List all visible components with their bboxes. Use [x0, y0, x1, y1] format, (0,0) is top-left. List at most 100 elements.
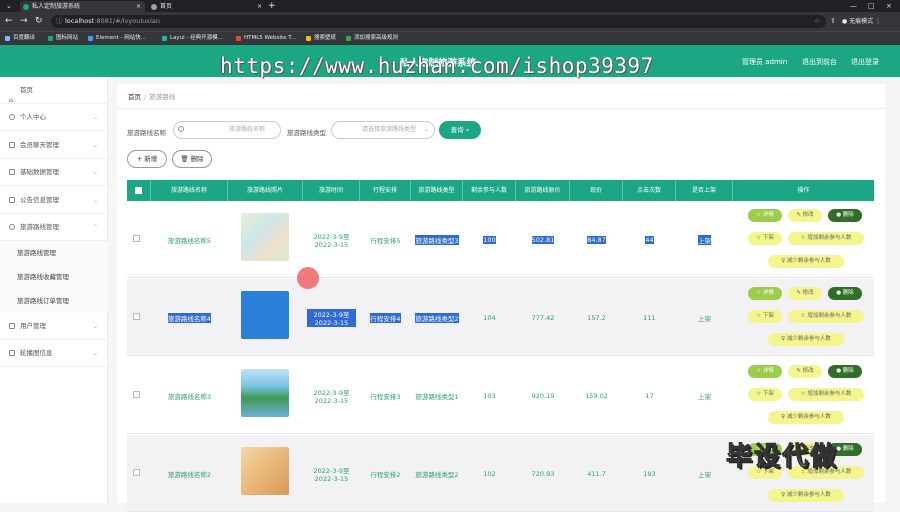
minimize-icon[interactable]: — — [850, 0, 857, 12]
globe-favicon-icon — [151, 4, 157, 10]
add-people-button[interactable]: ☆ 增加剩余参与人数 — [788, 232, 864, 245]
bookmark-item[interactable]: 添加搜索高级规则 — [346, 32, 398, 45]
route-type: 旅游路线类型2 — [415, 470, 459, 479]
col-header: 操作 — [797, 187, 810, 194]
breadcrumb-home[interactable]: 首页 — [128, 93, 141, 101]
menu-icon — [9, 169, 15, 175]
breadcrumb: 首页 / 旅游路线 — [128, 93, 176, 101]
route-name: 旅游路线名称2 — [167, 470, 212, 479]
add-people-button[interactable]: ☆ 增加剩余参与人数 — [788, 388, 864, 401]
reduce-people-button[interactable]: ♀ 减少剩余参与人数 — [768, 333, 844, 346]
row-checkbox[interactable] — [133, 391, 140, 398]
route-type: 旅游路线类型3 — [415, 234, 459, 245]
sidebar-item-notice[interactable]: 公告信息管理 ⌄ — [0, 187, 108, 214]
delete-button[interactable]: ● 删除 — [828, 209, 862, 222]
maximize-icon[interactable]: □ — [868, 0, 875, 12]
back-icon[interactable]: ← — [5, 15, 13, 28]
chevron-up-icon: ⌃ — [92, 224, 98, 231]
route-time: 2022-3-9至2022-3-15 — [313, 232, 350, 249]
name-filter-label: 旅游路线名称 — [127, 129, 166, 137]
reload-icon[interactable]: ↻ — [35, 15, 43, 28]
bookmark-icon — [306, 36, 311, 41]
select-all-checkbox[interactable] — [127, 180, 151, 201]
detail-button[interactable]: ☆ 详情 — [748, 287, 782, 300]
route-price: 159.02 — [585, 391, 608, 400]
new-tab-icon[interactable]: + — [268, 0, 276, 12]
offshelf-button[interactable]: ☆ 下架 — [748, 388, 782, 401]
sidebar-item-user[interactable]: 用户管理 ⌄ — [0, 313, 108, 340]
delete-button[interactable]: ● 删除 — [828, 365, 862, 378]
sidebar-item-route[interactable]: 旅游路线管理 ⌃ — [0, 214, 108, 241]
sidebar-subitem-route-favorite[interactable]: 旅游路线收藏管理 — [0, 265, 108, 289]
reduce-people-button[interactable]: ♀ 减少剩余参与人数 — [768, 489, 844, 502]
search-button[interactable]: 查询 ⌕ — [439, 121, 481, 139]
route-price: 84.87 — [587, 235, 606, 244]
batch-delete-button[interactable]: 🗑 删除 — [172, 150, 212, 168]
route-clicks: 193 — [643, 469, 656, 478]
sidebar-subitem-route-manage[interactable]: 旅游路线管理 — [0, 241, 108, 265]
close-window-icon[interactable]: × — [886, 0, 892, 12]
incognito-profile[interactable]: ● 无痕模式 ⋮ — [842, 15, 881, 28]
bookmark-icon — [5, 36, 10, 41]
edit-button[interactable]: ✎ 修改 — [788, 209, 822, 222]
route-type: 旅游路线类型1 — [415, 392, 459, 401]
bookmark-item[interactable]: HTML5 Website T... — [236, 32, 296, 45]
name-search-input[interactable]: 旅游路线名称 — [173, 121, 281, 139]
sidebar-item-carousel[interactable]: 轮播图信息 ⌄ — [0, 340, 108, 367]
tab-current[interactable]: 私人定制旅游系统 × — [20, 1, 145, 12]
row-checkbox[interactable] — [133, 313, 140, 320]
logout-link[interactable]: 退出登录 — [851, 57, 879, 67]
bookmark-star-icon[interactable]: ☆ — [814, 15, 820, 28]
url-input[interactable]: ⓘ localhost:8081/#/lvyouluxian ☆ — [51, 15, 826, 28]
chevron-down-icon: ⌄ — [92, 197, 98, 204]
table-row: 旅游路线名称5 2022-3-9至2022-3-15 行程安排5 旅游路线类型3… — [127, 201, 874, 278]
detail-button[interactable]: ☆ 详情 — [748, 209, 782, 222]
sidebar-subitem-route-order[interactable]: 旅游路线订单管理 — [0, 289, 108, 313]
bookmark-item[interactable]: Element - 网站快... — [88, 32, 146, 45]
col-header: 旅游路线照片 — [228, 180, 303, 201]
chevron-down-icon: ⌄ — [92, 350, 98, 357]
sidebar-item-basic-data[interactable]: 基础数据管理 ⌄ — [0, 159, 108, 186]
add-button[interactable]: + 新增 — [127, 150, 167, 168]
route-price: 411.7 — [587, 469, 606, 478]
bookmarks-bar: 百度翻译 图标网站 Element - 网站快... Layui - 经典开源模… — [0, 31, 900, 45]
sidebar-item-home[interactable]: ⌂ 首页 — [0, 77, 108, 104]
route-name: 旅游路线名称3 — [167, 392, 212, 401]
detail-button[interactable]: ☆ 详情 — [748, 365, 782, 378]
edit-button[interactable]: ✎ 修改 — [788, 287, 822, 300]
tab-home[interactable]: 首页 × — [148, 1, 266, 12]
browser-tab-bar: ⌄ 私人定制旅游系统 × 首页 × + — □ × — [0, 0, 900, 12]
bookmark-item[interactable]: 图标网站 — [48, 32, 78, 45]
bookmark-item[interactable]: 百度翻译 — [5, 32, 35, 45]
exit-to-front-link[interactable]: 退出到前台 — [802, 57, 837, 67]
delete-button[interactable]: ● 删除 — [828, 287, 862, 300]
bookmark-icon — [236, 36, 241, 41]
offshelf-button[interactable]: ☆ 下架 — [748, 310, 782, 323]
route-plan: 行程安排5 — [370, 236, 401, 245]
route-plan: 行程安排3 — [370, 392, 401, 401]
edit-button[interactable]: ✎ 修改 — [788, 365, 822, 378]
close-tab-icon[interactable]: × — [136, 1, 141, 12]
add-people-button[interactable]: ☆ 增加剩余参与人数 — [788, 310, 864, 323]
sidebar-item-profile[interactable]: 个人中心 ⌄ — [0, 104, 108, 131]
reduce-people-button[interactable]: ♀ 减少剩余参与人数 — [768, 255, 844, 268]
row-checkbox[interactable] — [133, 469, 140, 476]
col-header: 现价 — [570, 180, 623, 201]
offshelf-button[interactable]: ☆ 下架 — [748, 232, 782, 245]
col-header: 旅游时间 — [303, 180, 360, 201]
share-icon[interactable]: ⇪ — [830, 15, 836, 28]
bookmark-item[interactable]: 搜索壁纸 — [306, 32, 336, 45]
close-tab-icon[interactable]: × — [257, 1, 262, 12]
reduce-people-button[interactable]: ♀ 减少剩余参与人数 — [768, 411, 844, 424]
sidebar-item-chat[interactable]: 会员聊天管理 ⌄ — [0, 132, 108, 159]
forward-icon[interactable]: → — [20, 15, 28, 28]
mouse-cursor-highlight — [297, 267, 319, 289]
row-checkbox[interactable] — [133, 235, 140, 242]
bookmark-item[interactable]: Layui - 经典开源模... — [162, 32, 223, 45]
tab-search-icon[interactable]: ⌄ — [6, 0, 12, 12]
table-header: 旅游路线名称 旅游路线照片 旅游时间 行程安排 旅游路线类型 剩余参与人数 旅游… — [127, 180, 874, 201]
type-select[interactable]: 请选择旅游路线类型 ⌄ — [331, 121, 435, 139]
route-time: 2022-3-9至2022-3-15 — [307, 308, 356, 327]
breadcrumb-current: 旅游路线 — [149, 93, 176, 101]
route-clicks: 44 — [645, 235, 654, 244]
